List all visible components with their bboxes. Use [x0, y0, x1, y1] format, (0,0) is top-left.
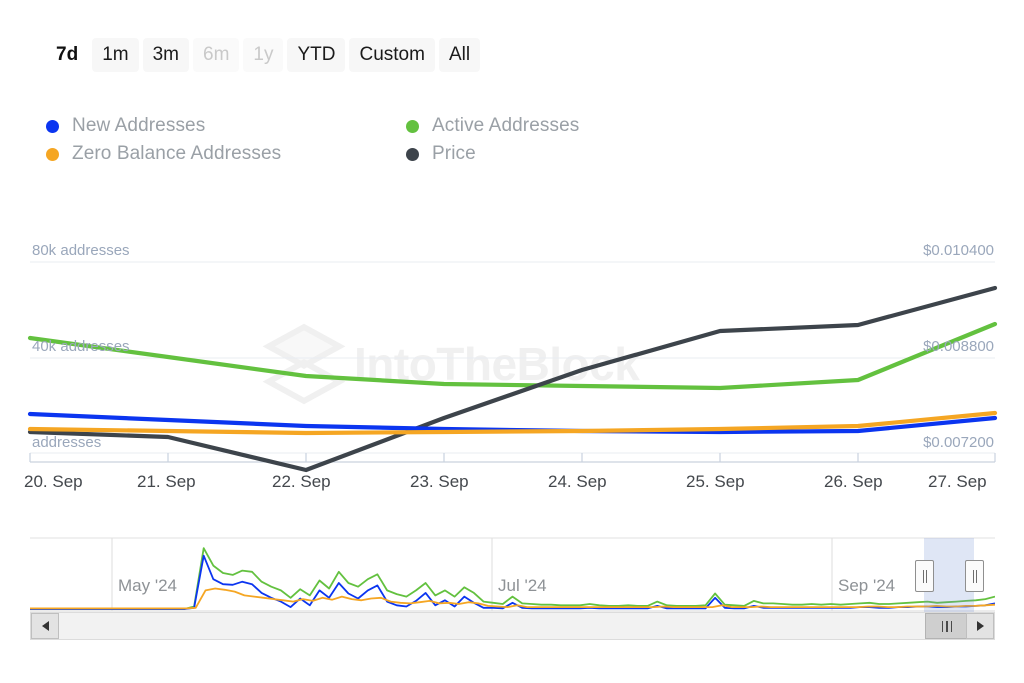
chart-legend: New Addresses Active Addresses Zero Balanc…: [46, 112, 686, 168]
series-line-active-addresses: [27, 321, 998, 391]
range-button-6m: 6m: [193, 38, 240, 72]
y2-axis-label-mid: $0.008800: [923, 338, 994, 355]
y-axis-label-mid: 40k addresses: [32, 338, 130, 355]
range-button-1y: 1y: [243, 38, 284, 72]
legend-item-zero-balance-addresses[interactable]: Zero Balance Addresses: [46, 143, 406, 165]
legend-item-label: Price: [432, 143, 476, 164]
x-tick-label: 20. Sep: [24, 472, 83, 491]
legend-item-active-addresses[interactable]: Active Addresses: [406, 115, 686, 137]
legend-item-label: Zero Balance Addresses: [72, 143, 282, 164]
range-button-1m[interactable]: 1m: [92, 38, 139, 72]
chevron-right-icon: [976, 621, 984, 631]
x-tick-label: 24. Sep: [548, 472, 607, 491]
series-paths: [27, 285, 998, 473]
chevron-left-icon: [41, 621, 49, 631]
navigator-label: Jul '24: [498, 576, 547, 595]
legend-color-dot: [406, 147, 419, 161]
y2-axis-label-bottom: $0.007200: [923, 434, 994, 451]
navigator-label: May '24: [118, 576, 177, 595]
x-tick-label: 21. Sep: [137, 472, 196, 491]
x-tick-label: 26. Sep: [824, 472, 883, 491]
x-tick-label: 25. Sep: [686, 472, 745, 491]
scrollbar-thumb[interactable]: [924, 613, 969, 639]
y2-axis-label-top: $0.010400: [923, 242, 994, 259]
navigator-preview: [30, 537, 995, 612]
main-chart: IntoTheBlock 80k addresses 40k addresses…: [0, 210, 1024, 510]
range-button-3m[interactable]: 3m: [142, 38, 189, 72]
scrollbar-right-button[interactable]: [966, 613, 994, 639]
range-selector: 7d 1m 3m 6m 1y YTD Custom All: [46, 38, 481, 72]
x-axis: [29, 453, 996, 463]
legend-item-label: Active Addresses: [432, 115, 580, 136]
scrollbar-left-button[interactable]: [31, 613, 59, 639]
legend-item-new-addresses[interactable]: New Addresses: [46, 115, 406, 137]
navigator-handle-right[interactable]: [965, 560, 985, 592]
range-button-7d[interactable]: 7d: [46, 38, 88, 72]
navigator-handle-left[interactable]: [915, 560, 935, 592]
x-tick-label: 27. Sep: [928, 472, 987, 491]
legend-item-price[interactable]: Price: [406, 143, 686, 165]
chart-scrollbar[interactable]: [30, 612, 995, 640]
x-tick-label: 22. Sep: [272, 472, 331, 491]
chart-navigator[interactable]: May '24 Jul '24 Sep '24: [30, 535, 995, 612]
range-button-custom[interactable]: Custom: [349, 38, 435, 72]
range-button-all[interactable]: All: [438, 38, 481, 72]
legend-color-dot: [46, 147, 59, 161]
range-button-ytd[interactable]: YTD: [287, 38, 346, 72]
y-axis-label-top: 80k addresses: [32, 242, 130, 259]
chart-plot-area: [27, 261, 998, 473]
legend-color-dot: [406, 119, 419, 133]
navigator-label: Sep '24: [838, 576, 896, 595]
legend-item-label: New Addresses: [72, 115, 206, 136]
legend-color-dot: [46, 119, 59, 133]
x-tick-label: 23. Sep: [410, 472, 469, 491]
y-axis-label-bottom: addresses: [32, 434, 102, 451]
